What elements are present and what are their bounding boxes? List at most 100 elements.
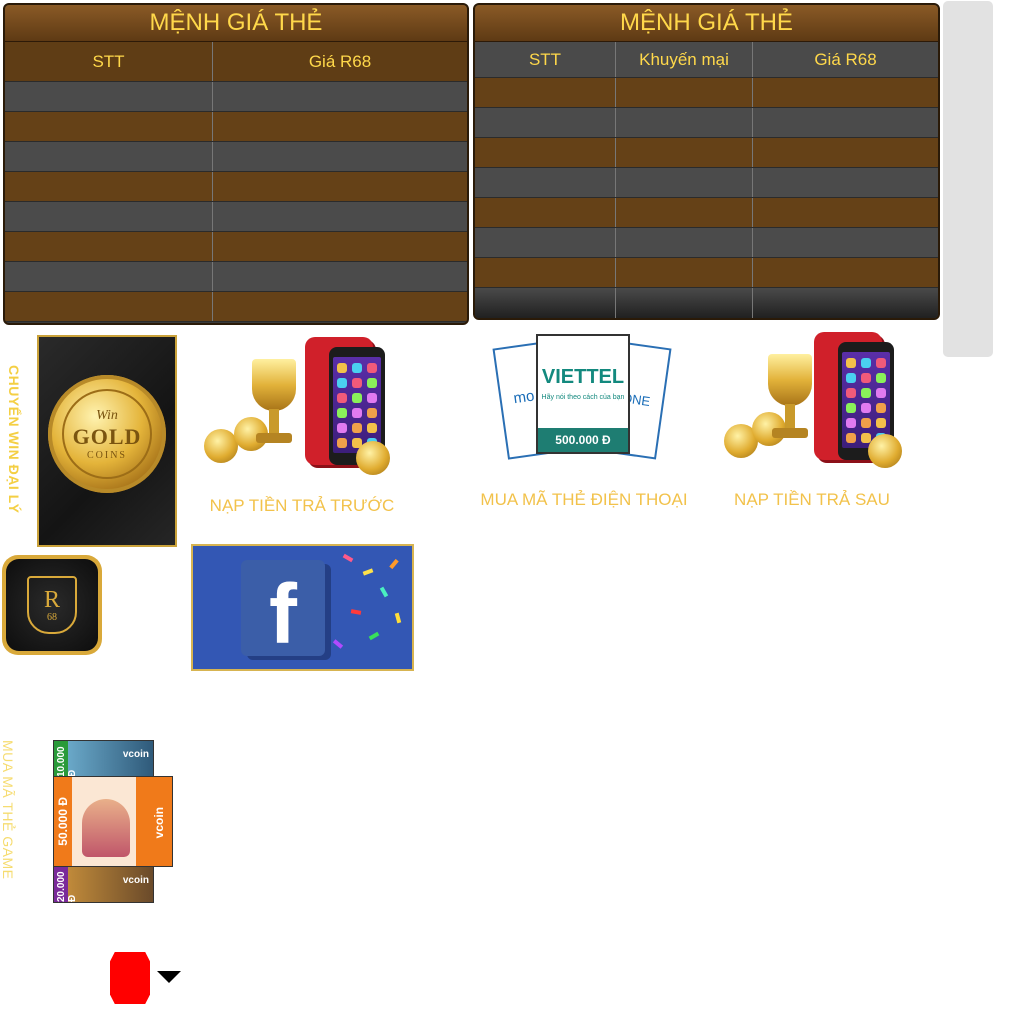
viettel-amount: 500.000 Đ [538, 428, 628, 452]
trophy-stem [785, 404, 795, 430]
language-flag-icon[interactable] [110, 952, 150, 1004]
app-icon [876, 403, 886, 413]
table-cell [475, 168, 616, 197]
mobifone-fragment: mo [512, 387, 536, 408]
coin-stack-icon [868, 434, 902, 468]
trophy-base [772, 428, 808, 438]
table-row [475, 198, 938, 228]
table-row [5, 82, 467, 112]
table-title: MỆNH GIÁ THẺ [5, 5, 467, 42]
coin-text-gold: GOLD [72, 423, 142, 449]
table-cell [475, 258, 616, 287]
app-icon [861, 388, 871, 398]
game-card-amount: 50.000 Đ [56, 797, 70, 846]
game-card-20000[interactable]: 20.000 Đ vcoin [53, 866, 154, 903]
facebook-tile[interactable]: f [191, 544, 414, 671]
postpaid-topup-tile[interactable] [700, 328, 926, 478]
trophy-base [256, 433, 292, 443]
facebook-icon: f [241, 560, 325, 656]
game-card-amount: 10.000 Đ [56, 746, 78, 777]
app-icon [352, 363, 362, 373]
game-card-10000[interactable]: 10.000 Đ vcoin [53, 740, 154, 778]
app-icon [876, 358, 886, 368]
table-cell [616, 228, 753, 257]
confetti [394, 612, 402, 624]
table-cell [753, 138, 938, 167]
table-cell [213, 232, 467, 261]
column-header-stt: STT [5, 42, 213, 81]
table-row [475, 258, 938, 288]
table-cell [753, 198, 938, 227]
denomination-table-left: MỆNH GIÁ THẺ STT Giá R68 [3, 3, 469, 325]
confetti [342, 553, 354, 563]
app-icon [337, 408, 347, 418]
r68-number: 68 [47, 611, 57, 623]
table-cell [475, 228, 616, 257]
prepaid-topup-tile[interactable] [190, 333, 416, 483]
table-cell [753, 108, 938, 137]
app-icon [337, 378, 347, 388]
game-card-brand: vcoin [152, 807, 166, 839]
table-cell [475, 108, 616, 137]
table-cell [616, 258, 753, 287]
app-icon [337, 423, 347, 433]
viettel-slogan: Hãy nói theo cách của bạn [541, 394, 625, 401]
table-header-row: STT Khuyến mại Giá R68 [475, 42, 938, 78]
r68-crest-icon: R 68 [27, 576, 77, 634]
table-cell [475, 138, 616, 167]
table-cell [5, 172, 213, 201]
phone-card-caption[interactable]: MUA MÃ THẺ ĐIỆN THOẠI [476, 490, 692, 510]
table-cell [616, 138, 753, 167]
table-title: MỆNH GIÁ THẺ [475, 5, 938, 42]
chevron-down-icon[interactable] [157, 971, 181, 983]
win-gold-coins-tile[interactable]: Win GOLD COINS [37, 335, 177, 547]
game-card-amount: 20.000 Đ [56, 871, 78, 902]
table-cell [616, 108, 753, 137]
confetti [389, 558, 399, 570]
game-card-50000[interactable]: 50.000 Đ vcoin [53, 776, 173, 867]
table-cell [5, 292, 213, 321]
table-row [5, 292, 467, 322]
app-icon [846, 358, 856, 368]
table-row [475, 288, 938, 318]
trophy-icon [768, 354, 812, 406]
confetti [350, 609, 362, 615]
postpaid-topup-caption[interactable]: NẠP TIỀN TRẢ SAU [700, 490, 924, 510]
r68-app-icon[interactable]: R 68 [2, 555, 102, 655]
coin-text-win: Win [96, 407, 118, 423]
app-icon [846, 433, 856, 443]
table-row [5, 172, 467, 202]
prepaid-topup-caption[interactable]: NẠP TIỀN TRẢ TRƯỚC [190, 496, 414, 516]
confetti [362, 568, 374, 576]
trophy-stem [269, 409, 279, 435]
table-cell [213, 292, 467, 321]
coin-text-coins: COINS [86, 449, 127, 461]
table-cell [5, 262, 213, 291]
table-row [5, 202, 467, 232]
app-icon [367, 393, 377, 403]
game-characters-art [82, 799, 130, 857]
app-icon [861, 358, 871, 368]
table-row [475, 108, 938, 138]
column-header-promotion: Khuyến mại [616, 42, 753, 77]
table-cell [213, 112, 467, 141]
table-cell [5, 142, 213, 171]
phone-card-tile[interactable]: mo ONE VIETTEL Hãy nói theo cách của bạn… [492, 334, 672, 464]
game-card-brand: vcoin [122, 749, 149, 760]
app-icon [352, 408, 362, 418]
confetti [332, 639, 344, 649]
table-row [5, 112, 467, 142]
table-cell [753, 288, 938, 318]
table-cell [213, 202, 467, 231]
table-row [475, 78, 938, 108]
table-cell [475, 288, 616, 318]
app-icon [861, 418, 871, 428]
coin-stack-icon [356, 441, 390, 475]
table-cell [616, 198, 753, 227]
table-cell [213, 82, 467, 111]
table-header-row: STT Giá R68 [5, 42, 467, 82]
side-scroll-panel[interactable] [943, 1, 993, 357]
table-cell [753, 228, 938, 257]
app-icon [352, 378, 362, 388]
r68-letter: R [43, 586, 60, 613]
